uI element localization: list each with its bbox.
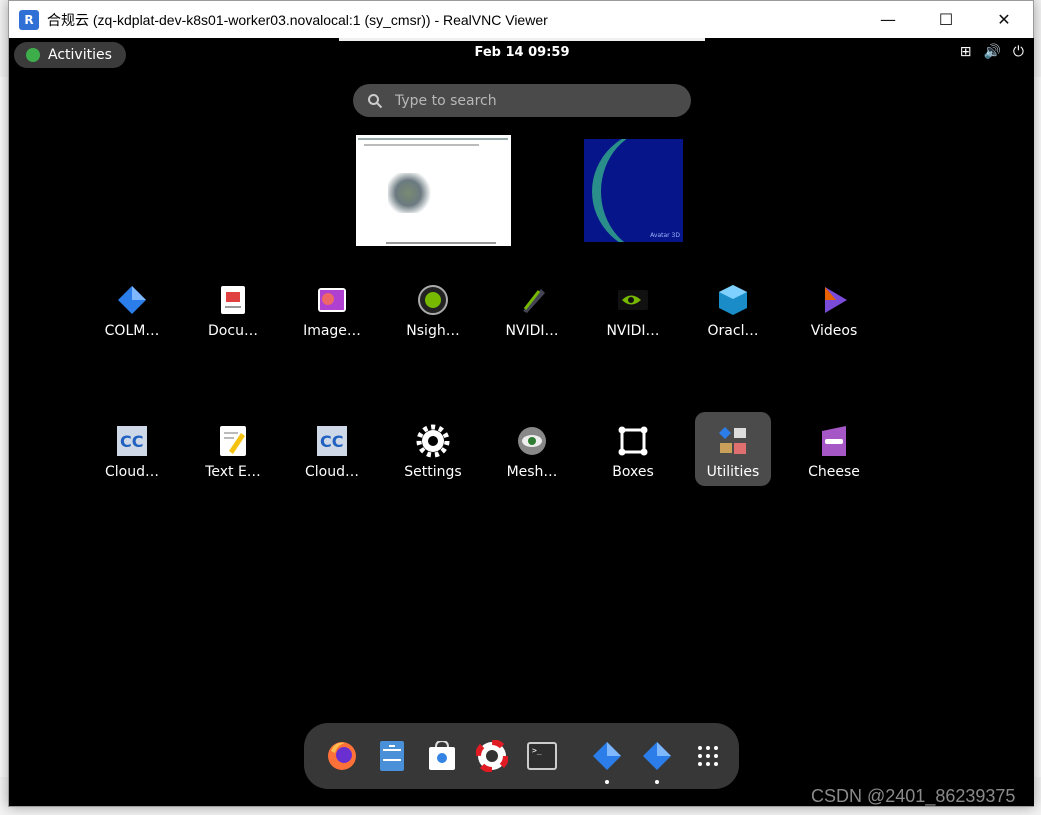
app-tile-image-viewer[interactable]: Image… — [294, 271, 370, 345]
app-label: Videos — [810, 323, 858, 339]
colmap-icon — [115, 283, 149, 317]
cloudcompare-viewer-icon: CC — [315, 424, 349, 458]
window-title: 合规云 (zq-kdplat-dev-k8s01-worker03.novalo… — [47, 11, 548, 28]
running-indicator — [605, 780, 609, 784]
firefox-icon[interactable] — [322, 736, 362, 776]
app-tile-nsight[interactable]: Nsigh… — [395, 271, 471, 345]
app-label: Mesh… — [506, 464, 558, 480]
app-tile-videos[interactable]: Videos — [796, 271, 872, 345]
app-tile-nvidia-graphics[interactable]: NVIDI… — [494, 271, 570, 345]
app-label: Cheese — [808, 464, 860, 480]
utilities-folder-icon — [716, 424, 750, 458]
app-label: Image… — [303, 323, 361, 339]
csdn-watermark: CSDN @2401_86239375 — [811, 786, 1016, 806]
app-tile-meshlab[interactable]: Mesh… — [494, 412, 570, 486]
files-icon[interactable] — [372, 736, 412, 776]
meshlab-icon — [515, 424, 549, 458]
cloudcompare-icon: CC — [115, 424, 149, 458]
svg-text:CC: CC — [320, 432, 343, 451]
app-label: Text E… — [205, 464, 261, 480]
dash-dock: >_ — [304, 723, 739, 789]
boxes-icon — [616, 424, 650, 458]
app-tile-boxes[interactable]: Boxes — [595, 412, 671, 486]
virtualbox-icon — [716, 283, 750, 317]
app-tile-cloudcompare-viewer[interactable]: CC Cloud… — [294, 412, 370, 486]
app-tile-cloudcompare[interactable]: CC Cloud… — [94, 412, 170, 486]
app-grid: COLM… Docu… Image… Nsigh… NVIDI… NVIDI… Oracl…… — [10, 38, 1034, 806]
nvidia-graphics-icon — [515, 283, 549, 317]
window-titlebar[interactable]: R 合规云 (zq-kdplat-dev-k8s01-worker03.nova… — [9, 1, 1033, 38]
app-tile-cheese[interactable]: Cheese — [796, 412, 872, 486]
maximize-button[interactable]: ☐ — [917, 1, 975, 38]
terminal-icon[interactable]: >_ — [522, 736, 562, 776]
remote-gnome-desktop: Activities Feb 14 09:59 ⊞ 🔊 ⏻ Avatar 3D — [10, 38, 1034, 806]
app-label: Oracl… — [707, 323, 759, 339]
app-tile-virtualbox[interactable]: Oracl… — [695, 271, 771, 345]
minimize-button[interactable]: — — [859, 1, 917, 38]
app-label: Nsigh… — [406, 323, 460, 339]
app-label: Boxes — [612, 464, 654, 480]
app-label: Utilities — [706, 464, 760, 480]
app-tile-settings-gear[interactable]: Settings — [395, 412, 471, 486]
text-editor-icon — [216, 424, 250, 458]
svg-text:>_: >_ — [532, 746, 542, 755]
app-label: Docu… — [208, 323, 258, 339]
app-label: COLM… — [104, 323, 160, 339]
app-label: Cloud… — [105, 464, 159, 480]
image-viewer-icon — [315, 283, 349, 317]
app-tile-nvidia-settings[interactable]: NVIDI… — [595, 271, 671, 345]
app-tile-text-editor[interactable]: Text E… — [195, 412, 271, 486]
settings-gear-icon — [416, 424, 450, 458]
app-label: Settings — [404, 464, 462, 480]
software-icon[interactable] — [422, 736, 462, 776]
app-label: Cloud… — [305, 464, 359, 480]
app-label: NVIDI… — [606, 323, 660, 339]
colmap-icon[interactable] — [587, 736, 627, 784]
app-label: NVIDI… — [505, 323, 559, 339]
show-apps-grid-icon[interactable] — [688, 736, 728, 776]
vnc-viewer-window: R 合规云 (zq-kdplat-dev-k8s01-worker03.nova… — [8, 0, 1034, 807]
document-viewer-icon — [216, 283, 250, 317]
cheese-icon — [817, 424, 851, 458]
app-tile-document-viewer[interactable]: Docu… — [195, 271, 271, 345]
videos-icon — [817, 283, 851, 317]
svg-text:CC: CC — [120, 432, 143, 451]
close-button[interactable]: ✕ — [975, 1, 1033, 38]
realvnc-icon: R — [19, 9, 39, 30]
colmap-icon[interactable] — [637, 736, 677, 784]
app-tile-utilities-folder[interactable]: Utilities — [695, 412, 771, 486]
running-indicator — [655, 780, 659, 784]
app-tile-colmap[interactable]: COLM… — [94, 271, 170, 345]
help-icon[interactable] — [472, 736, 512, 776]
nvidia-settings-icon — [616, 283, 650, 317]
nsight-icon — [416, 283, 450, 317]
